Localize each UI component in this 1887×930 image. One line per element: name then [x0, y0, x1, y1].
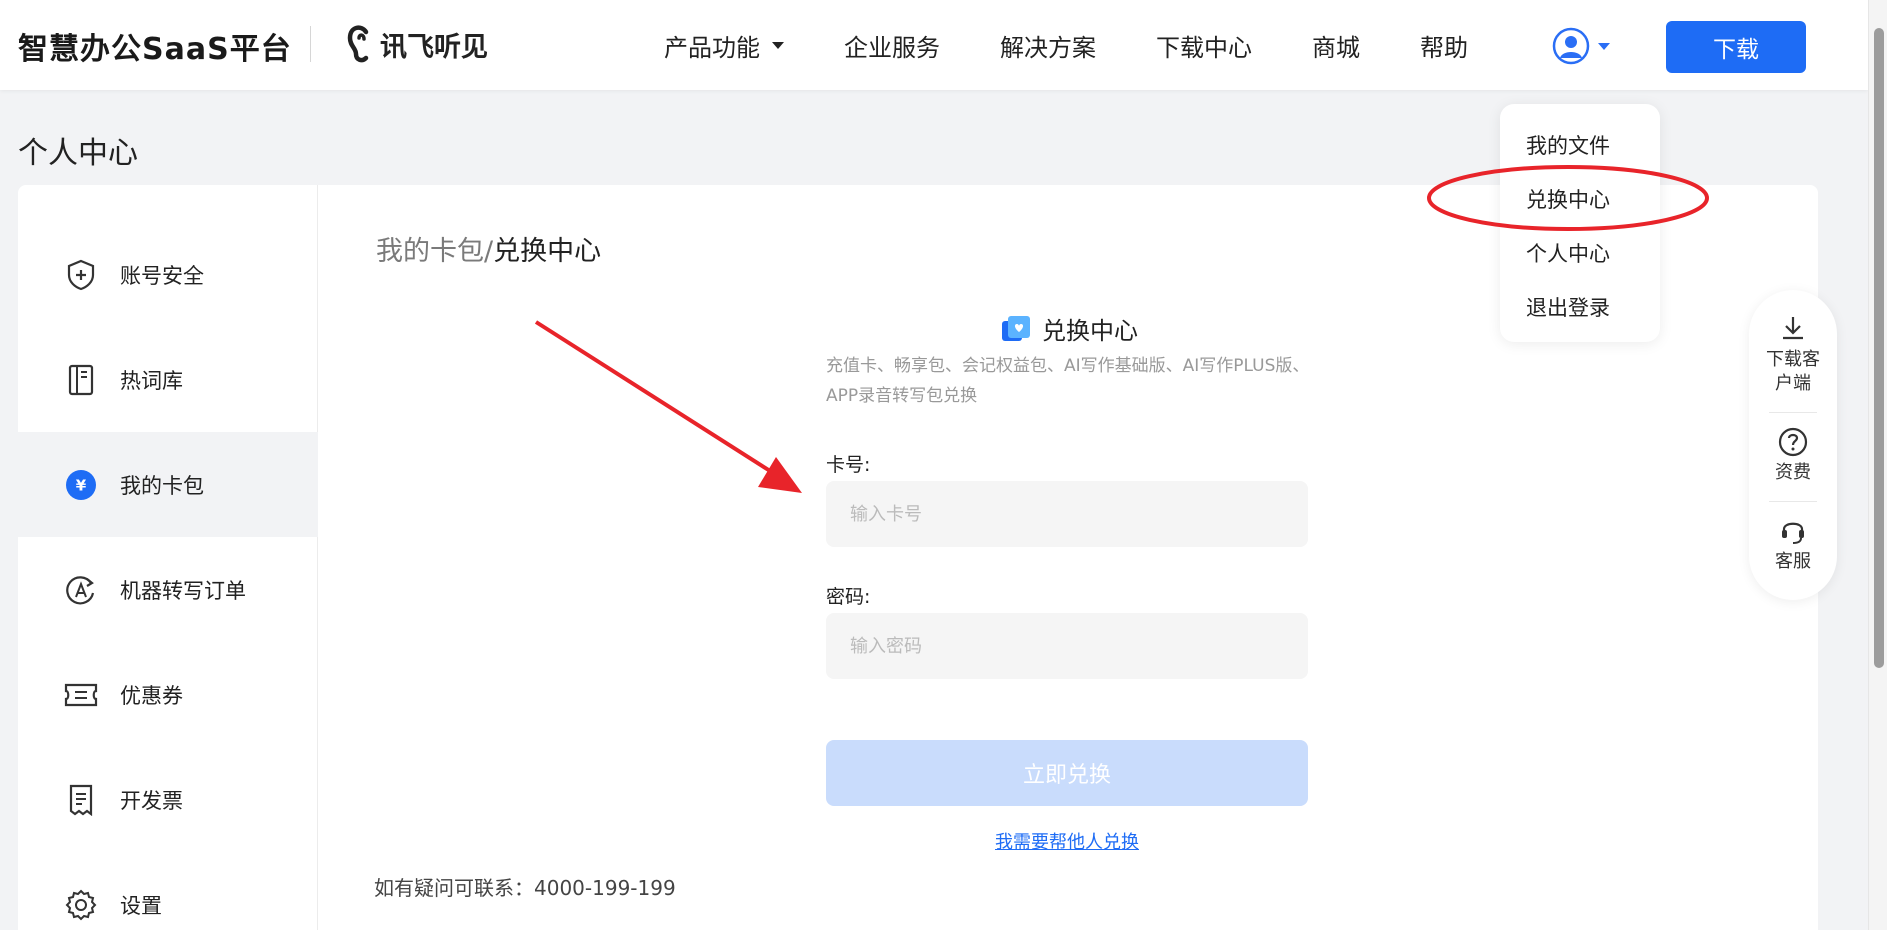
nav-store[interactable]: 商城 [1312, 28, 1360, 63]
sidebar-item-label: 优惠券 [120, 683, 183, 708]
transcribe-icon [64, 573, 98, 607]
user-menu-button[interactable] [1552, 27, 1610, 65]
float-divider [1769, 501, 1817, 502]
brand-divider [310, 26, 311, 62]
download-icon [1783, 317, 1803, 340]
sidebar-item-label: 开发票 [120, 788, 183, 813]
card-number-label: 卡号: [826, 454, 871, 476]
sidebar: 账号安全 热词库 ¥ 我的卡包 机器转写订单 优惠券 开发票 设置 [18, 185, 318, 930]
redeem-description: 充值卡、畅享包、会记权益包、AI写作基础版、AI写作PLUS版、APP录音转写包… [826, 356, 1310, 406]
ear-logo-icon [347, 25, 369, 63]
menu-item-personal-center[interactable]: 个人中心 [1526, 238, 1610, 268]
nav-solutions[interactable]: 解决方案 [1000, 28, 1096, 63]
sidebar-item-coupons[interactable]: 优惠券 [18, 642, 318, 747]
breadcrumb: 我的卡包/兑换中心 [376, 229, 601, 268]
sidebar-item-transcribe-orders[interactable]: 机器转写订单 [18, 537, 318, 642]
brand-title[interactable]: 智慧办公SaaS平台 [18, 24, 292, 68]
nav-download-center[interactable]: 下载中心 [1156, 28, 1252, 63]
top-header: 智慧办公SaaS平台 讯飞听见 产品功能 企业服务 解决方案 下载中心 商城 帮… [0, 0, 1868, 90]
redeem-now-button[interactable]: 立即兑换 [826, 740, 1308, 806]
sidebar-item-hotwords[interactable]: 热词库 [18, 327, 318, 432]
sidebar-item-label: 机器转写订单 [120, 578, 246, 603]
menu-item-my-files[interactable]: 我的文件 [1526, 130, 1610, 160]
vertical-scrollbar[interactable] [1868, 0, 1887, 930]
sidebar-item-account-security[interactable]: 账号安全 [18, 222, 318, 327]
menu-item-logout[interactable]: 退出登录 [1526, 292, 1610, 322]
notebook-icon [64, 363, 98, 397]
redeem-title: 兑换中心 [1042, 317, 1138, 345]
float-service-label: 客服 [1775, 551, 1811, 572]
sidebar-item-settings[interactable]: 设置 [18, 852, 318, 930]
sidebar-item-my-cards[interactable]: ¥ 我的卡包 [18, 432, 318, 537]
scrollbar-thumb[interactable] [1874, 28, 1884, 668]
download-button[interactable]: 下载 [1666, 21, 1806, 73]
card-heart-icon [1002, 315, 1030, 341]
sidebar-item-label: 热词库 [120, 368, 183, 393]
floating-toolbar: 下载客户端 资费 客服 [1749, 290, 1837, 600]
breadcrumb-current: 兑换中心 [493, 236, 602, 267]
redeem-header: 兑换中心 [1000, 311, 1138, 346]
coupon-icon [64, 678, 98, 712]
float-divider [1769, 412, 1817, 413]
gear-icon [64, 888, 98, 922]
nav-products[interactable]: 产品功能 [664, 28, 784, 63]
float-download-client[interactable]: 下载客户端 [1749, 314, 1837, 396]
svg-text:¥: ¥ [76, 476, 87, 494]
page-title: 个人中心 [18, 136, 138, 171]
shield-plus-icon [64, 258, 98, 292]
logo-text: 讯飞听见 [380, 31, 488, 63]
sidebar-item-label: 我的卡包 [120, 473, 204, 498]
sidebar-item-invoice[interactable]: 开发票 [18, 747, 318, 852]
user-avatar-icon [1552, 27, 1590, 65]
contact-info: 如有疑问可联系：4000-199-199 [374, 876, 676, 900]
question-circle-icon [1778, 427, 1808, 457]
yen-circle-icon: ¥ [64, 468, 98, 502]
float-pricing[interactable]: 资费 [1749, 427, 1837, 485]
float-download-label: 下载客户端 [1766, 349, 1820, 394]
headset-icon [1782, 522, 1804, 544]
caret-down-icon [772, 42, 784, 49]
redeem-for-others-link[interactable]: 我需要帮他人兑换 [826, 828, 1308, 854]
sidebar-item-label: 账号安全 [120, 263, 204, 288]
float-pricing-label: 资费 [1775, 462, 1811, 483]
invoice-icon [64, 783, 98, 817]
card-number-input[interactable] [826, 481, 1308, 547]
breadcrumb-my-cards[interactable]: 我的卡包/ [376, 236, 493, 267]
caret-down-icon [1598, 42, 1610, 50]
nav-help[interactable]: 帮助 [1420, 28, 1468, 63]
password-input[interactable] [826, 613, 1308, 679]
iflyrec-logo[interactable]: 讯飞听见 [344, 22, 488, 66]
menu-item-redeem-center[interactable]: 兑换中心 [1526, 184, 1610, 214]
user-dropdown-menu: 我的文件 兑换中心 个人中心 退出登录 [1500, 104, 1660, 342]
float-customer-service[interactable]: 客服 [1749, 516, 1837, 574]
main-nav: 产品功能 企业服务 解决方案 下载中心 商城 帮助 [664, 28, 1528, 63]
nav-enterprise[interactable]: 企业服务 [844, 28, 940, 63]
sidebar-item-label: 设置 [120, 893, 162, 918]
password-label: 密码: [826, 586, 871, 608]
